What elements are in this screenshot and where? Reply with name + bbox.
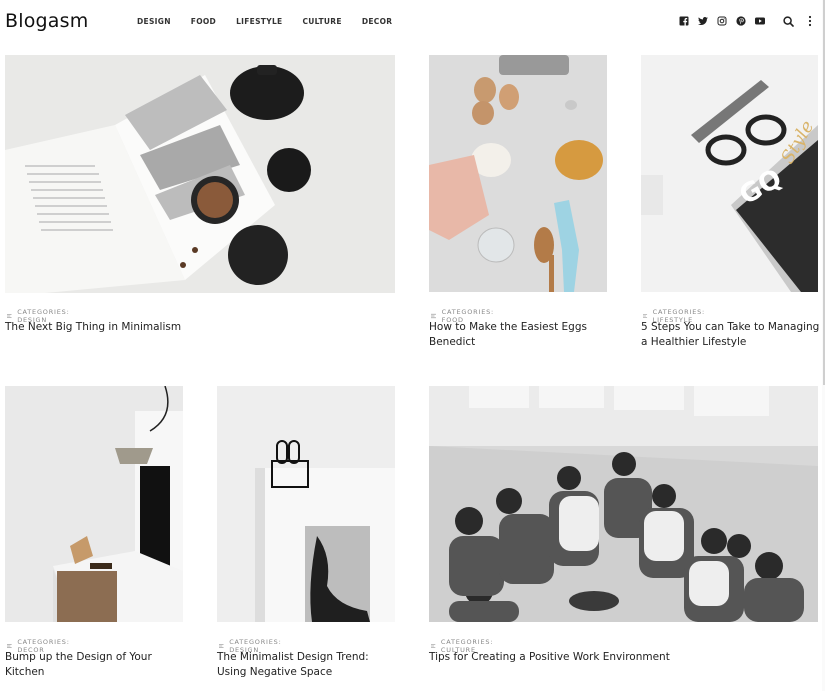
facebook-icon[interactable] — [679, 16, 689, 26]
nav-decor[interactable]: DECOR — [362, 17, 393, 26]
category-icon — [7, 314, 12, 318]
main-nav: DESIGN FOOD LIFESTYLE CULTURE DECOR — [137, 17, 412, 26]
nav-design[interactable]: DESIGN — [137, 17, 171, 26]
site-header: Blogasm DESIGN FOOD LIFESTYLE CULTURE DE… — [0, 0, 825, 44]
post-title[interactable]: The Next Big Thing in Minimalism — [5, 320, 395, 335]
twitter-icon[interactable] — [698, 16, 708, 26]
site-logo[interactable]: Blogasm — [5, 10, 88, 32]
post-title[interactable]: Bump up the Design of Your Kitchen — [5, 650, 183, 680]
post-title[interactable]: Tips for Creating a Positive Work Enviro… — [429, 650, 818, 665]
post-image[interactable] — [5, 55, 395, 293]
search-icon[interactable] — [783, 16, 794, 27]
pinterest-icon[interactable] — [736, 16, 746, 26]
post-title[interactable]: 5 Steps You can Take to Managing a Healt… — [641, 320, 821, 350]
category-icon — [431, 313, 436, 319]
instagram-icon[interactable] — [717, 16, 727, 26]
post-image[interactable] — [429, 386, 818, 622]
post-image[interactable]: GQ Style — [641, 55, 818, 292]
nav-food[interactable]: FOOD — [191, 17, 216, 26]
post-image[interactable] — [5, 386, 183, 622]
youtube-icon[interactable] — [755, 16, 765, 26]
nav-lifestyle[interactable]: LIFESTYLE — [236, 17, 282, 26]
category-icon — [643, 314, 648, 318]
category-icon — [431, 644, 436, 648]
post-title[interactable]: How to Make the Easiest Eggs Benedict — [429, 320, 607, 350]
post-image[interactable] — [429, 55, 607, 292]
nav-culture[interactable]: CULTURE — [302, 17, 341, 26]
social-links — [679, 16, 774, 26]
post-image[interactable] — [217, 386, 395, 622]
category-icon — [219, 644, 224, 648]
more-vertical-icon[interactable] — [808, 15, 812, 27]
category-icon — [7, 644, 12, 648]
post-title[interactable]: The Minimalist Design Trend: Using Negat… — [217, 650, 395, 680]
